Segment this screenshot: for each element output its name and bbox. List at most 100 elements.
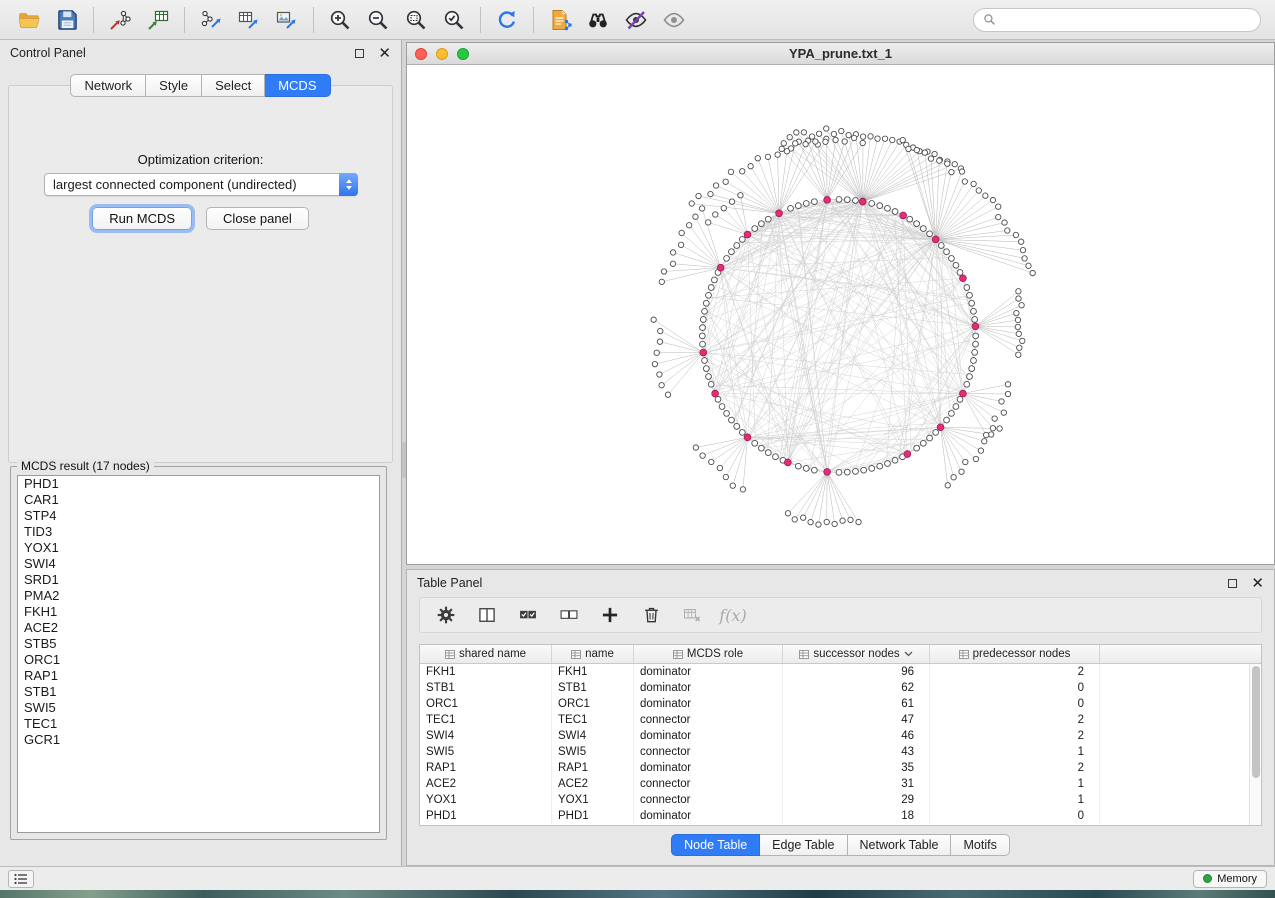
import-table-icon bbox=[146, 8, 170, 32]
table-panel-tabs: Node Table Edge Table Network Table Moti… bbox=[407, 834, 1274, 856]
mcds-result-item[interactable]: TEC1 bbox=[18, 716, 379, 732]
run-mcds-button[interactable]: Run MCDS bbox=[92, 207, 192, 230]
network-window-titlebar[interactable]: YPA_prune.txt_1 bbox=[407, 43, 1274, 65]
mcds-result-item[interactable]: ORC1 bbox=[18, 652, 379, 668]
dropdown-stepper[interactable] bbox=[339, 173, 358, 196]
table-cell: TEC1 bbox=[552, 712, 634, 728]
mcds-result-item[interactable]: TID3 bbox=[18, 524, 379, 540]
column-header-mcds-role[interactable]: MCDS role bbox=[634, 645, 783, 663]
column-header-successor-nodes[interactable]: successor nodes bbox=[783, 645, 930, 663]
float-panel-icon[interactable] bbox=[355, 49, 364, 58]
table-cell bbox=[1100, 664, 1261, 680]
floppy-icon bbox=[56, 8, 79, 31]
table-row[interactable]: SWI5SWI5connector431 bbox=[420, 744, 1261, 760]
export-image-button[interactable] bbox=[268, 4, 306, 36]
table-row[interactable]: SWI4SWI4dominator462 bbox=[420, 728, 1261, 744]
mcds-result-item[interactable]: PHD1 bbox=[18, 476, 379, 492]
tab-network[interactable]: Network bbox=[70, 74, 146, 97]
mcds-result-item[interactable]: STP4 bbox=[18, 508, 379, 524]
zoom-fit-button[interactable] bbox=[397, 4, 435, 36]
table-settings-button[interactable] bbox=[434, 603, 458, 627]
mcds-result-item[interactable]: FKH1 bbox=[18, 604, 379, 620]
zoom-selected-button[interactable] bbox=[435, 4, 473, 36]
add-column-button[interactable] bbox=[598, 603, 622, 627]
mcds-result-item[interactable]: CAR1 bbox=[18, 492, 379, 508]
table-row[interactable]: RAP1RAP1dominator352 bbox=[420, 760, 1261, 776]
function-builder-button[interactable]: f(x) bbox=[721, 603, 745, 627]
table-scrollbar[interactable] bbox=[1249, 664, 1261, 825]
node-table: shared name name MCDS role successor nod… bbox=[419, 644, 1262, 826]
mcds-result-item[interactable]: STB1 bbox=[18, 684, 379, 700]
mcds-result-item[interactable]: SWI5 bbox=[18, 700, 379, 716]
tab-style[interactable]: Style bbox=[146, 74, 202, 97]
export-document-button[interactable] bbox=[541, 4, 579, 36]
mcds-result-item[interactable]: PMA2 bbox=[18, 588, 379, 604]
show-columns-button[interactable] bbox=[475, 603, 499, 627]
graphics-details-button[interactable] bbox=[655, 4, 693, 36]
tab-node-table[interactable]: Node Table bbox=[671, 834, 760, 856]
mcds-result-item[interactable]: RAP1 bbox=[18, 668, 379, 684]
mcds-result-item[interactable]: SRD1 bbox=[18, 572, 379, 588]
table-row[interactable]: ORC1ORC1dominator610 bbox=[420, 696, 1261, 712]
table-cell: 43 bbox=[783, 744, 930, 760]
tab-select[interactable]: Select bbox=[202, 74, 265, 97]
delete-column-button[interactable] bbox=[639, 603, 663, 627]
network-canvas[interactable] bbox=[407, 65, 1274, 564]
network-view-window: YPA_prune.txt_1 bbox=[406, 42, 1275, 565]
column-type-icon bbox=[959, 650, 969, 659]
mcds-result-item[interactable]: GCR1 bbox=[18, 732, 379, 748]
find-button[interactable] bbox=[579, 4, 617, 36]
close-panel-button[interactable]: Close panel bbox=[206, 207, 309, 230]
network-graph[interactable] bbox=[407, 65, 1274, 564]
optimization-criterion-label: Optimization criterion: bbox=[0, 152, 401, 167]
import-network-button[interactable] bbox=[101, 4, 139, 36]
export-network-button[interactable] bbox=[192, 4, 230, 36]
export-table-button[interactable] bbox=[230, 4, 268, 36]
table-row[interactable]: TEC1TEC1connector472 bbox=[420, 712, 1261, 728]
zoom-out-button[interactable] bbox=[359, 4, 397, 36]
tab-edge-table[interactable]: Edge Table bbox=[760, 834, 847, 856]
table-cell: RAP1 bbox=[420, 760, 552, 776]
mcds-result-item[interactable]: STB5 bbox=[18, 636, 379, 652]
table-row[interactable]: PHD1PHD1dominator180 bbox=[420, 808, 1261, 824]
document-share-icon bbox=[548, 8, 572, 32]
import-table-button[interactable] bbox=[139, 4, 177, 36]
column-header-name[interactable]: name bbox=[552, 645, 634, 663]
float-panel-icon[interactable] bbox=[1228, 579, 1237, 588]
tab-motifs[interactable]: Motifs bbox=[951, 834, 1009, 856]
optimization-criterion-select[interactable]: largest connected component (undirected) bbox=[44, 173, 358, 196]
close-panel-icon[interactable]: ✕ bbox=[378, 46, 391, 61]
table-row[interactable]: FKH1FKH1dominator962 bbox=[420, 664, 1261, 680]
table-row[interactable]: ACE2ACE2connector311 bbox=[420, 776, 1261, 792]
scrollbar-thumb[interactable] bbox=[1252, 666, 1260, 778]
column-label: predecessor nodes bbox=[973, 648, 1071, 660]
search-box[interactable] bbox=[973, 8, 1261, 32]
import-network-icon bbox=[108, 8, 132, 32]
mcds-result-item[interactable]: YOX1 bbox=[18, 540, 379, 556]
apply-layout-button[interactable] bbox=[488, 4, 526, 36]
search-icon bbox=[983, 13, 996, 26]
mcds-result-list[interactable]: PHD1CAR1STP4TID3YOX1SWI4SRD1PMA2FKH1ACE2… bbox=[17, 475, 380, 833]
table-cell: connector bbox=[634, 712, 783, 728]
column-header-predecessor-nodes[interactable]: predecessor nodes bbox=[930, 645, 1100, 663]
table-cell: PHD1 bbox=[420, 808, 552, 824]
tab-mcds[interactable]: MCDS bbox=[265, 74, 330, 97]
task-history-button[interactable] bbox=[8, 870, 34, 888]
open-session-button[interactable] bbox=[10, 4, 48, 36]
tab-network-table[interactable]: Network Table bbox=[848, 834, 952, 856]
table-cell: 2 bbox=[930, 760, 1100, 776]
zoom-in-button[interactable] bbox=[321, 4, 359, 36]
search-input[interactable] bbox=[1002, 13, 1251, 27]
delete-table-button[interactable] bbox=[680, 603, 704, 627]
deselect-all-button[interactable] bbox=[557, 603, 581, 627]
style-details-button[interactable] bbox=[617, 4, 655, 36]
mcds-result-item[interactable]: ACE2 bbox=[18, 620, 379, 636]
memory-button[interactable]: Memory bbox=[1193, 870, 1267, 888]
save-session-button[interactable] bbox=[48, 4, 86, 36]
table-row[interactable]: STB1STB1dominator620 bbox=[420, 680, 1261, 696]
table-row[interactable]: YOX1YOX1connector291 bbox=[420, 792, 1261, 808]
column-header-shared-name[interactable]: shared name bbox=[420, 645, 552, 663]
close-panel-icon[interactable]: ✕ bbox=[1251, 576, 1264, 591]
mcds-result-item[interactable]: SWI4 bbox=[18, 556, 379, 572]
select-all-button[interactable] bbox=[516, 603, 540, 627]
